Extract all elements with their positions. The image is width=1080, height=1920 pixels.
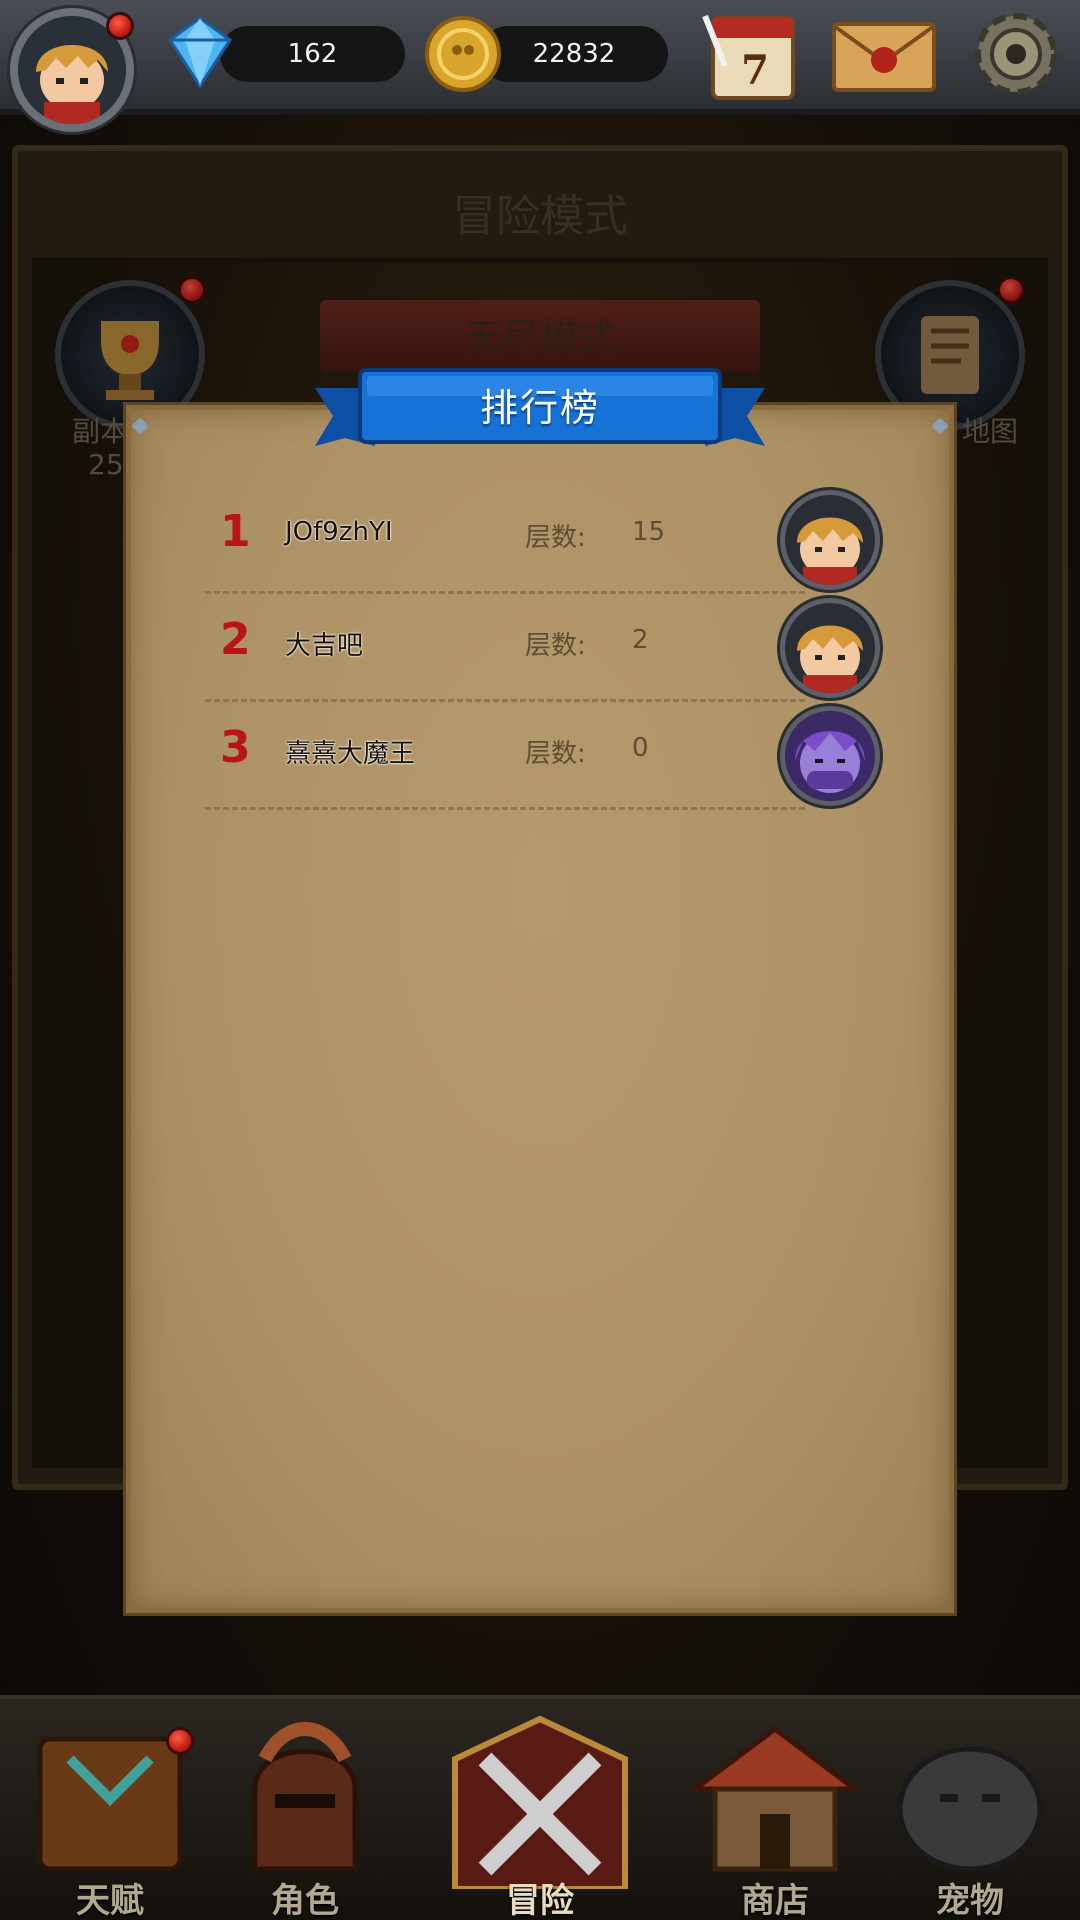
shop-house-icon [687, 1725, 863, 1872]
nav-shop[interactable]: 商店 [675, 1699, 875, 1920]
player-avatar[interactable] [780, 706, 880, 806]
player-name: 大吉吧 [285, 631, 364, 661]
mail-button[interactable] [830, 18, 938, 96]
daily-calendar-button[interactable]: 7 [695, 6, 805, 106]
crossed-swords-icon [452, 1715, 628, 1892]
settings-button[interactable] [960, 4, 1072, 104]
helmet-icon [252, 1722, 358, 1872]
demon-face-icon [785, 711, 875, 801]
player-avatar[interactable] [780, 490, 880, 590]
layer-label: 层数: [525, 631, 586, 661]
spellbook-icon [37, 1736, 183, 1872]
nav-label: 宠物 [936, 1881, 1004, 1920]
top-bar: 162 22832 7 [0, 0, 1080, 132]
rank-number: 3 [220, 722, 251, 773]
hero-face-icon [797, 517, 863, 585]
nav-label: 商店 [741, 1881, 809, 1920]
gold-coin-icon[interactable] [423, 14, 503, 94]
rank-number: 2 [220, 614, 251, 665]
pet-monster-icon [897, 1746, 1043, 1872]
nav-label: 角色 [271, 1881, 339, 1920]
leaderboard-row[interactable]: 1 JOf9zhYI 层数: 15 [205, 486, 895, 594]
nav-pet[interactable]: 宠物 [870, 1699, 1070, 1920]
calendar-day-number: 7 [741, 47, 769, 94]
diamond-icon[interactable] [160, 12, 240, 92]
leaderboard-row[interactable]: 2 大吉吧 层数: 2 [205, 594, 895, 702]
nav-label: 天赋 [76, 1881, 144, 1920]
calendar-icon: 7 [702, 14, 795, 100]
layer-value: 2 [632, 625, 649, 655]
player-name: JOf9zhYI [285, 517, 393, 547]
leaderboard-title: 排行榜 [479, 386, 600, 430]
player-name: 熹熹大魔王 [285, 739, 416, 769]
nav-adventure[interactable]: 冒险 [415, 1699, 665, 1920]
bottom-nav: 天赋 角色 冒险 商店 宠物 [0, 1695, 1080, 1920]
gem-counter: 162 [220, 26, 405, 82]
nav-label: 冒险 [506, 1881, 574, 1920]
layer-label: 层数: [525, 523, 586, 553]
talent-notification-dot [166, 1727, 194, 1755]
envelope-icon [832, 22, 936, 92]
nav-character[interactable]: 角色 [205, 1699, 405, 1920]
profile-notification-dot [106, 12, 134, 40]
layer-value: 0 [632, 733, 649, 763]
leaderboard-row[interactable]: 3 熹熹大魔王 层数: 0 [205, 702, 895, 810]
rank-number: 1 [220, 506, 251, 557]
hero-face-icon [797, 625, 863, 693]
gold-counter: 22832 [480, 26, 668, 82]
gear-icon [975, 13, 1057, 95]
layer-value: 15 [632, 517, 666, 547]
row-divider [205, 807, 805, 810]
layer-label: 层数: [525, 739, 586, 769]
player-avatar[interactable] [780, 598, 880, 698]
